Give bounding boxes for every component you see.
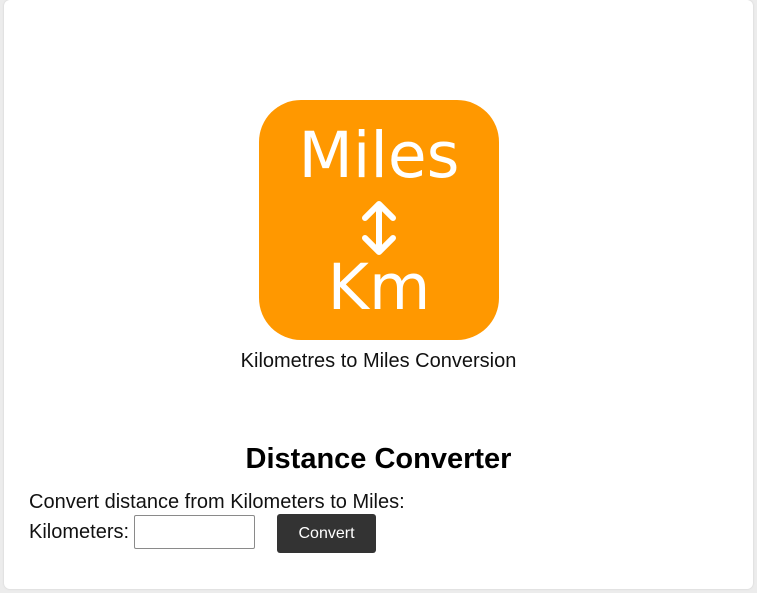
logo-caption: Kilometres to Miles Conversion (240, 350, 517, 372)
converter-description: Convert distance from Kilometers to Mile… (29, 491, 405, 513)
convert-button[interactable]: Convert (277, 514, 376, 553)
miles-km-logo: Miles Km (259, 100, 499, 340)
kilometers-input[interactable] (134, 515, 255, 549)
logo-km-text: Km (327, 251, 431, 324)
kilometers-label: Kilometers: (29, 521, 130, 543)
logo-miles-text: Miles (298, 119, 460, 192)
page-title: Distance Converter (245, 443, 512, 475)
up-down-arrow-icon (362, 201, 396, 255)
main-card: Miles Km Kilometres to Miles Conversion … (4, 0, 753, 589)
